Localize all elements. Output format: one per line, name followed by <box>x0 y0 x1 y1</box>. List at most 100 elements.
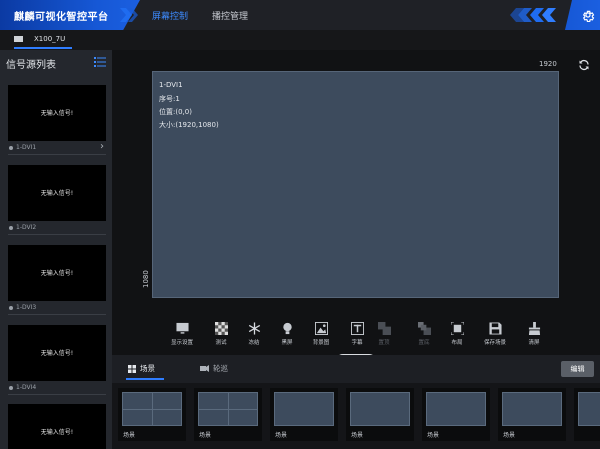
list-view-icon[interactable] <box>94 57 106 67</box>
source-thumbnail[interactable]: 无输入信号! <box>8 165 106 221</box>
snowflake-icon <box>248 322 260 335</box>
scene-label: 场景 <box>351 432 364 439</box>
edit-button[interactable]: 编辑 <box>561 361 594 377</box>
source-item[interactable]: 无输入信号! 1-DVI4 <box>8 325 106 395</box>
tool-label: 清屏 <box>528 340 540 346</box>
divider <box>8 234 106 235</box>
scene-preview <box>350 392 410 426</box>
scene-card[interactable] <box>574 388 600 441</box>
screen-canvas-area: 1920 1080 1-DVI1 序号:1 位置:(0,0) 大小:(1920,… <box>112 50 600 363</box>
scene-card[interactable]: 场景 <box>118 388 186 441</box>
scene-preview <box>426 392 486 426</box>
tab-label: 场景 <box>140 364 155 373</box>
window-index: 序号:1 <box>159 95 180 103</box>
no-signal-text: 无输入信号! <box>40 110 74 117</box>
no-signal-text: 无输入信号! <box>40 270 74 277</box>
no-signal-text: 无输入信号! <box>40 350 74 357</box>
send-to-back-button[interactable]: 置底 <box>407 322 441 346</box>
source-label: 1-DVI3 <box>16 304 37 311</box>
screen-window[interactable]: 1-DVI1 序号:1 位置:(0,0) 大小:(1920,1080) <box>152 71 559 298</box>
tab-tour[interactable]: 轮巡 <box>200 363 228 374</box>
scene-card[interactable]: 场景 <box>422 388 490 441</box>
tour-icon <box>200 365 209 372</box>
scene-card[interactable]: 场景 <box>270 388 338 441</box>
gear-icon <box>582 10 595 22</box>
divider <box>8 154 106 155</box>
scene-card[interactable]: 场景 <box>346 388 414 441</box>
layout-icon <box>450 322 464 335</box>
tab-scene[interactable]: 场景 <box>128 363 155 374</box>
tool-label: 黑屏 <box>281 340 293 346</box>
scene-preview <box>274 392 334 426</box>
scene-grid-icon <box>128 365 136 373</box>
scene-label: 场景 <box>427 432 440 439</box>
refresh-icon[interactable] <box>578 59 590 71</box>
layout-button[interactable]: 布局 <box>440 322 474 346</box>
window-position: 位置:(0,0) <box>159 108 192 116</box>
device-chip-icon <box>14 36 23 42</box>
test-button[interactable]: 测试 <box>204 322 238 346</box>
source-thumbnail[interactable]: 无输入信号! <box>8 325 106 381</box>
bring-to-front-button[interactable]: 置顶 <box>367 322 401 346</box>
scene-label: 场景 <box>199 432 212 439</box>
tool-label: 冻结 <box>248 340 260 346</box>
scene-label: 场景 <box>275 432 288 439</box>
bulb-icon <box>282 322 292 335</box>
brand-banner: 麒麟可视化智控平台 <box>0 0 140 30</box>
app-title: 麒麟可视化智控平台 <box>14 12 109 23</box>
scene-preview <box>578 392 600 426</box>
settings-button[interactable] <box>565 0 600 30</box>
source-item[interactable]: 无输入信号! 1-DVI2 <box>8 165 106 235</box>
status-dot <box>9 146 13 150</box>
clear-screen-button[interactable]: 清屏 <box>517 322 551 346</box>
scene-card[interactable]: 场景 <box>194 388 262 441</box>
device-tab-bar: X100_7U <box>0 30 600 50</box>
canvas-width-label: 1920 <box>539 60 557 68</box>
status-dot <box>9 226 13 230</box>
tool-label: 显示设置 <box>170 340 193 346</box>
decor-stripes-icon <box>510 8 556 22</box>
source-label: 1-DVI1 <box>16 144 37 151</box>
subtitle-icon <box>350 322 364 335</box>
window-size: 大小:(1920,1080) <box>159 121 219 129</box>
scene-card[interactable]: 场景 <box>498 388 566 441</box>
blackout-button[interactable]: 黑屏 <box>270 322 304 346</box>
source-item[interactable]: 无输入信号! 1-DVI3 <box>8 245 106 315</box>
tab-device[interactable]: X100_7U <box>10 30 72 50</box>
device-tab-label: X100_7U <box>34 35 66 43</box>
tool-label: 置底 <box>418 340 430 346</box>
nav-screen-control[interactable]: 屏幕控制 <box>152 9 188 22</box>
tool-label: 布局 <box>451 340 463 346</box>
decor-stripes-icon <box>120 8 138 22</box>
source-item[interactable]: 无输入信号! <box>8 404 106 449</box>
save-icon <box>488 322 502 335</box>
clear-icon <box>528 322 540 335</box>
send-back-icon <box>417 322 431 335</box>
divider <box>8 314 106 315</box>
monitor-icon <box>175 322 189 334</box>
signal-source-panel: 信号源列表 无输入信号! 1-DVI1 › 无输入信号! 1-DVI2 无输入信号… <box>0 50 112 449</box>
scene-label: 场景 <box>123 432 136 439</box>
display-settings-button[interactable]: 显示设置 <box>165 322 199 346</box>
scene-preview <box>198 392 258 426</box>
image-icon <box>314 322 328 335</box>
source-thumbnail[interactable]: 无输入信号! <box>8 404 106 449</box>
source-item[interactable]: 无输入信号! 1-DVI1 › <box>8 85 106 155</box>
save-scene-button[interactable]: 保存场景 <box>478 322 512 346</box>
no-signal-text: 无输入信号! <box>40 190 74 197</box>
tool-label: 测试 <box>215 340 227 346</box>
panel-title: 信号源列表 <box>6 60 56 71</box>
source-thumbnail[interactable]: 无输入信号! <box>8 85 106 141</box>
scene-preview <box>502 392 562 426</box>
bring-front-icon <box>377 322 391 335</box>
chevron-right-icon[interactable]: › <box>100 141 104 152</box>
freeze-button[interactable]: 冻结 <box>237 322 271 346</box>
status-dot <box>9 306 13 310</box>
source-thumbnail[interactable]: 无输入信号! <box>8 245 106 301</box>
window-name: 1-DVI1 <box>159 81 183 89</box>
background-image-button[interactable]: 背景图 <box>304 322 338 346</box>
scene-label: 场景 <box>503 432 516 439</box>
active-tab-indicator <box>126 378 164 380</box>
nav-playback-management[interactable]: 播控管理 <box>212 9 248 22</box>
tab-label: 轮巡 <box>213 364 228 373</box>
